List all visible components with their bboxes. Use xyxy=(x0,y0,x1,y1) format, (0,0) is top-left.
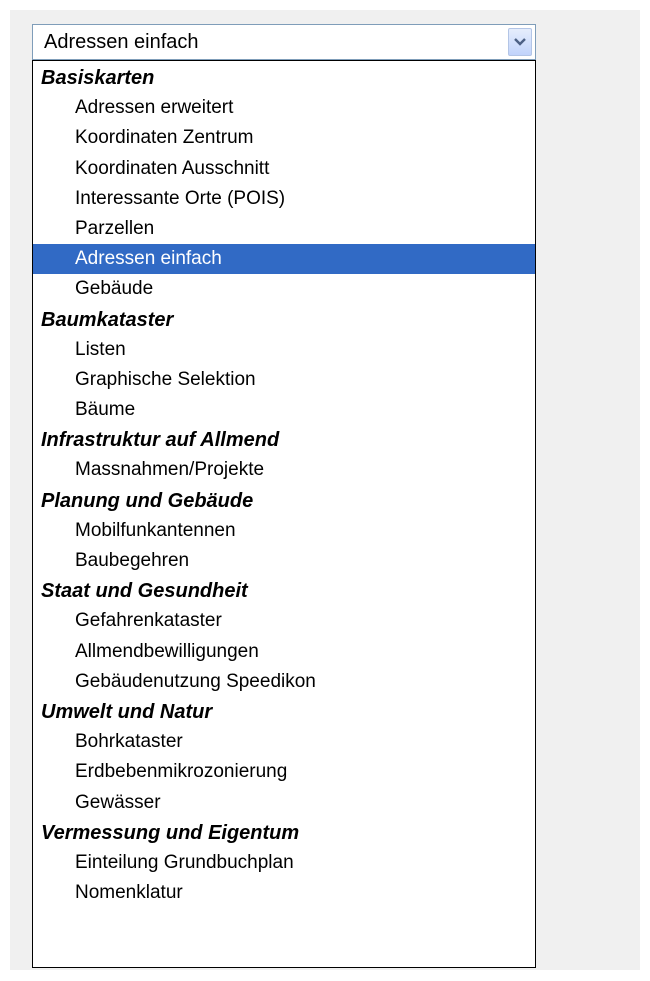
option-item[interactable]: Gefahrenkataster xyxy=(33,606,535,636)
dropdown-list[interactable]: Basiskarten Adressen erweitert Koordinaten… xyxy=(32,60,536,968)
option-item[interactable]: Erdbebenmikrozonierung xyxy=(33,757,535,787)
option-item[interactable]: Bohrkataster xyxy=(33,727,535,757)
option-item[interactable]: Mobilfunkantennen xyxy=(33,516,535,546)
option-item[interactable]: Bäume xyxy=(33,395,535,425)
option-item[interactable]: Allmendbewilligungen xyxy=(33,637,535,667)
option-item[interactable]: Massnahmen/Projekte xyxy=(33,455,535,485)
dropdown-button[interactable] xyxy=(508,28,532,56)
option-item[interactable]: Parzellen xyxy=(33,214,535,244)
option-item[interactable]: Koordinaten Ausschnitt xyxy=(33,154,535,184)
option-item[interactable]: Einteilung Grundbuchplan xyxy=(33,848,535,878)
optgroup-label: Infrastruktur auf Allmend xyxy=(41,429,280,452)
optgroup-label: Vermessung und Eigentum xyxy=(41,821,300,844)
optgroup-label: Staat und Gesundheit xyxy=(41,580,248,603)
option-item[interactable]: Graphische Selektion xyxy=(33,365,535,395)
chevron-down-icon xyxy=(514,38,526,46)
optgroup-label: Basiskarten xyxy=(41,67,155,89)
option-item[interactable]: Koordinaten Zentrum xyxy=(33,123,535,153)
page: Adressen einfach Basiskarten Adressen erw… xyxy=(0,0,650,981)
option-selected[interactable]: Adressen einfach xyxy=(33,244,535,275)
option-item[interactable]: Interessante Orte (POIS) xyxy=(33,184,535,214)
layer-select[interactable]: Adressen einfach xyxy=(32,24,536,60)
optgroup-label: Planung und Gebäude xyxy=(41,489,254,512)
option-item[interactable]: Listen xyxy=(33,335,535,365)
select-current-value: Adressen einfach xyxy=(44,31,199,53)
optgroup-label: Umwelt und Natur xyxy=(41,700,213,723)
dropdown-list-content: Basiskarten Adressen erweitert Koordinaten… xyxy=(33,61,535,908)
option-item[interactable]: Gebäude xyxy=(33,274,535,304)
option-item[interactable]: Nomenklatur xyxy=(33,878,535,908)
option-item[interactable]: Baubegehren xyxy=(33,546,535,576)
option-item[interactable]: Gewässer xyxy=(33,788,535,818)
option-item[interactable]: Adressen erweitert xyxy=(33,93,535,123)
optgroup-label: Baumkataster xyxy=(41,308,174,331)
option-item[interactable]: Gebäudenutzung Speedikon xyxy=(33,667,535,697)
